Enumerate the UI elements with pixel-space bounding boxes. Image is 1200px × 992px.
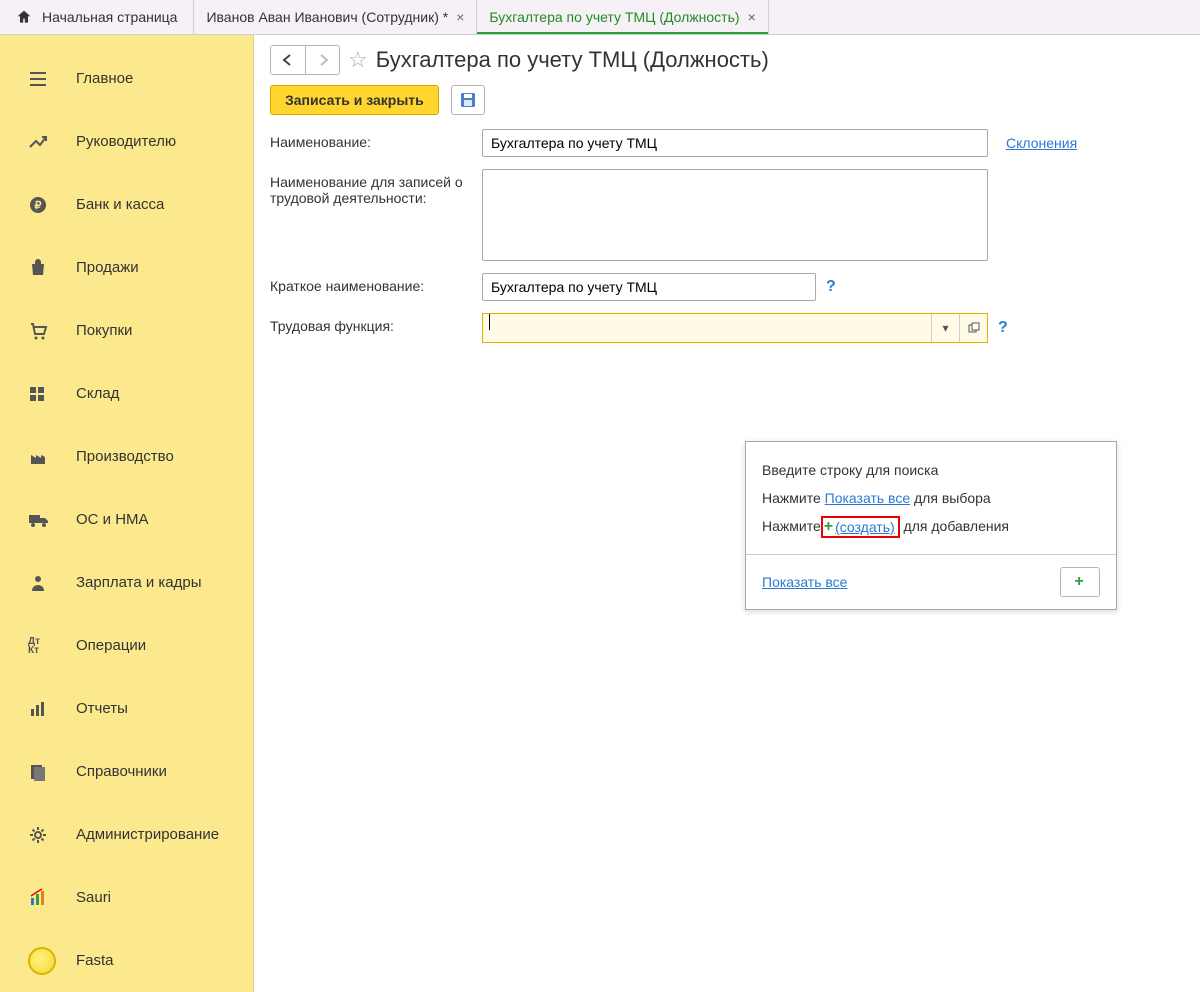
labor-function-dropdown: Введите строку для поиска Нажмите Показа… [745, 441, 1117, 610]
title-bar: ☆ Бухгалтера по учету ТМЦ (Должность) [270, 45, 1184, 75]
content-area: ☆ Бухгалтера по учету ТМЦ (Должность) За… [254, 35, 1200, 992]
trend-icon [28, 132, 76, 152]
sidebar-item-label: Склад [76, 385, 119, 402]
tab-home[interactable]: Начальная страница [0, 0, 194, 34]
label-labor-function: Трудовая функция: [270, 313, 482, 334]
sidebar-item-label: ОС и НМА [76, 511, 149, 528]
sidebar-item-admin[interactable]: Администрирование [0, 803, 253, 866]
sidebar-item-label: Производство [76, 448, 174, 465]
close-icon[interactable]: × [456, 9, 464, 25]
sidebar-item-label: Sauri [76, 889, 111, 906]
tab-bar: Начальная страница Иванов Аван Иванович … [0, 0, 1200, 35]
sidebar-item-purchases[interactable]: Покупки [0, 299, 253, 362]
dropdown-hint-search: Введите строку для поиска [762, 456, 1100, 484]
sidebar-item-label: Операции [76, 637, 146, 654]
help-icon[interactable]: ? [826, 278, 836, 296]
person-icon [28, 573, 76, 593]
sidebar-item-label: Банк и касса [76, 196, 164, 213]
debit-credit-icon: ДтКт [28, 637, 76, 655]
sidebar-item-operations[interactable]: ДтКт Операции [0, 614, 253, 677]
menu-icon [28, 69, 76, 89]
tab-home-label: Начальная страница [42, 9, 177, 25]
sidebar-item-reports[interactable]: Отчеты [0, 677, 253, 740]
sidebar-item-fasta[interactable]: Fasta [0, 929, 253, 992]
sidebar-item-label: Администрирование [76, 826, 219, 843]
truck-icon [28, 510, 76, 530]
forward-button[interactable] [305, 46, 339, 74]
labor-function-input[interactable] [490, 314, 931, 342]
tab-position[interactable]: Бухгалтера по учету ТМЦ (Должность) × [477, 0, 768, 34]
tab-employee-label: Иванов Аван Иванович (Сотрудник) * [206, 9, 448, 25]
label-name: Наименование: [270, 129, 482, 150]
sidebar-item-label: Зарплата и кадры [76, 574, 202, 591]
bars-icon [28, 699, 76, 719]
plus-icon: + [824, 518, 833, 536]
sidebar-item-label: Руководителю [76, 133, 176, 150]
home-icon [16, 9, 32, 25]
sidebar-item-main[interactable]: Главное [0, 47, 253, 110]
tab-position-label: Бухгалтера по учету ТМЦ (Должность) [489, 9, 739, 25]
row-labor-function: Трудовая функция: ▾ ? [270, 313, 1184, 343]
nav-buttons [270, 45, 340, 75]
label-name-for-records: Наименование для записей о трудовой деят… [270, 169, 482, 206]
input-short-name[interactable] [482, 273, 816, 301]
add-button[interactable]: + [1060, 567, 1100, 597]
sidebar-item-label: Fasta [76, 952, 114, 969]
sidebar-item-bank[interactable]: ₽ Банк и касса [0, 173, 253, 236]
input-name[interactable] [482, 129, 988, 157]
row-short-name: Краткое наименование: ? [270, 273, 1184, 301]
gear-icon [28, 825, 76, 845]
svg-text:₽: ₽ [35, 200, 42, 212]
declensions-link[interactable]: Склонения [1006, 135, 1077, 151]
create-link[interactable]: (создать) [835, 518, 895, 536]
input-name-for-records[interactable] [482, 169, 988, 261]
sidebar-item-production[interactable]: Производство [0, 425, 253, 488]
sidebar-item-manager[interactable]: Руководителю [0, 110, 253, 173]
plus-icon: + [1074, 573, 1083, 591]
ruble-icon: ₽ [28, 195, 76, 215]
back-button[interactable] [271, 46, 305, 74]
sidebar-item-sauri[interactable]: Sauri [0, 866, 253, 929]
tab-employee[interactable]: Иванов Аван Иванович (Сотрудник) * × [194, 0, 477, 34]
sidebar-item-label: Главное [76, 70, 133, 87]
sidebar-item-directories[interactable]: Справочники [0, 740, 253, 803]
grid-icon [28, 384, 76, 404]
sauri-icon [28, 888, 76, 908]
sidebar-item-label: Справочники [76, 763, 167, 780]
open-dialog-button[interactable] [959, 314, 987, 342]
dropdown-toggle-button[interactable]: ▾ [931, 314, 959, 342]
books-icon [28, 762, 76, 782]
sidebar-item-label: Покупки [76, 322, 132, 339]
favorite-star-icon[interactable]: ☆ [348, 47, 368, 73]
label-short-name: Краткое наименование: [270, 273, 482, 294]
floppy-icon [460, 92, 476, 108]
sidebar-item-salary[interactable]: Зарплата и кадры [0, 551, 253, 614]
action-bar: Записать и закрыть [270, 85, 1184, 115]
help-icon[interactable]: ? [998, 319, 1008, 337]
show-all-inline-link[interactable]: Показать все [825, 490, 910, 506]
page-title: Бухгалтера по учету ТМЦ (Должность) [376, 47, 769, 73]
dropdown-hint-show-all: Нажмите Показать все для выбора [762, 484, 1100, 512]
coin-icon [28, 947, 76, 975]
save-and-close-button[interactable]: Записать и закрыть [270, 85, 439, 115]
sidebar-item-sales[interactable]: Продажи [0, 236, 253, 299]
close-icon[interactable]: × [748, 9, 756, 25]
factory-icon [28, 447, 76, 467]
sidebar-item-assets[interactable]: ОС и НМА [0, 488, 253, 551]
create-link-highlighted[interactable]: + (создать) [821, 516, 900, 538]
dropdown-hint-create: Нажмите+ (создать) для добавления [762, 512, 1100, 540]
labor-function-picker: ▾ [482, 313, 988, 343]
cart-icon [28, 321, 76, 341]
open-icon [968, 322, 980, 334]
save-button[interactable] [451, 85, 485, 115]
bag-icon [28, 258, 76, 278]
sidebar-item-warehouse[interactable]: Склад [0, 362, 253, 425]
row-name: Наименование: Склонения [270, 129, 1184, 157]
sidebar: Главное Руководителю ₽ Банк и касса Прод… [0, 35, 254, 992]
row-name-for-records: Наименование для записей о трудовой деят… [270, 169, 1184, 261]
sidebar-item-label: Продажи [76, 259, 139, 276]
show-all-footer-link[interactable]: Показать все [762, 574, 847, 590]
sidebar-item-label: Отчеты [76, 700, 128, 717]
